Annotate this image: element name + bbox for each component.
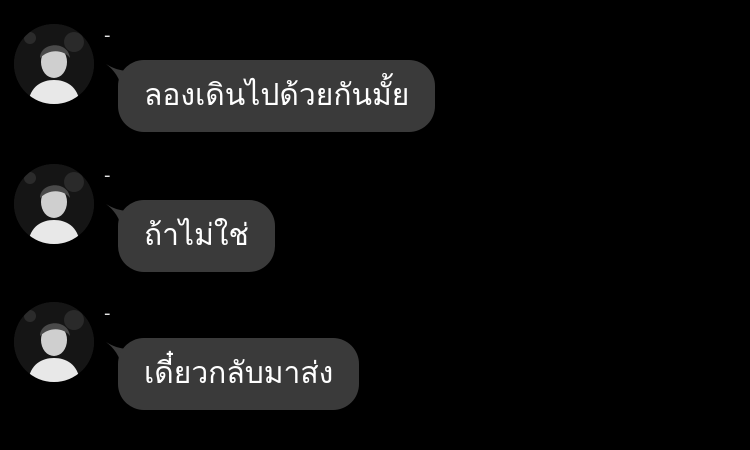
avatar[interactable] (14, 24, 94, 104)
message-bubble[interactable]: เดี๋ยวกลับมาส่ง (118, 338, 360, 410)
message-text: ลองเดินไปด้วยกันมั้ย (144, 78, 410, 113)
profile-photo-icon (14, 302, 94, 382)
profile-photo-icon (14, 164, 94, 244)
message-text: เดี๋ยวกลับมาส่ง (144, 356, 334, 391)
chat-thread: - ลองเดินไปด้วยกันมั้ย - ถ้าไม่ใช่ - เดี… (0, 0, 750, 450)
profile-photo-icon (14, 24, 94, 104)
message-row: - ลองเดินไปด้วยกันมั้ย (0, 0, 750, 140)
avatar[interactable] (14, 302, 94, 382)
message-row: - ถ้าไม่ใช่ (0, 140, 750, 280)
sender-name: - (104, 165, 111, 186)
sender-name: - (104, 25, 111, 46)
sender-name: - (104, 303, 111, 324)
avatar[interactable] (14, 164, 94, 244)
message-bubble[interactable]: ถ้าไม่ใช่ (118, 200, 275, 272)
message-row: - เดี๋ยวกลับมาส่ง (0, 278, 750, 418)
message-text: ถ้าไม่ใช่ (144, 218, 249, 253)
message-bubble[interactable]: ลองเดินไปด้วยกันมั้ย (118, 60, 436, 132)
